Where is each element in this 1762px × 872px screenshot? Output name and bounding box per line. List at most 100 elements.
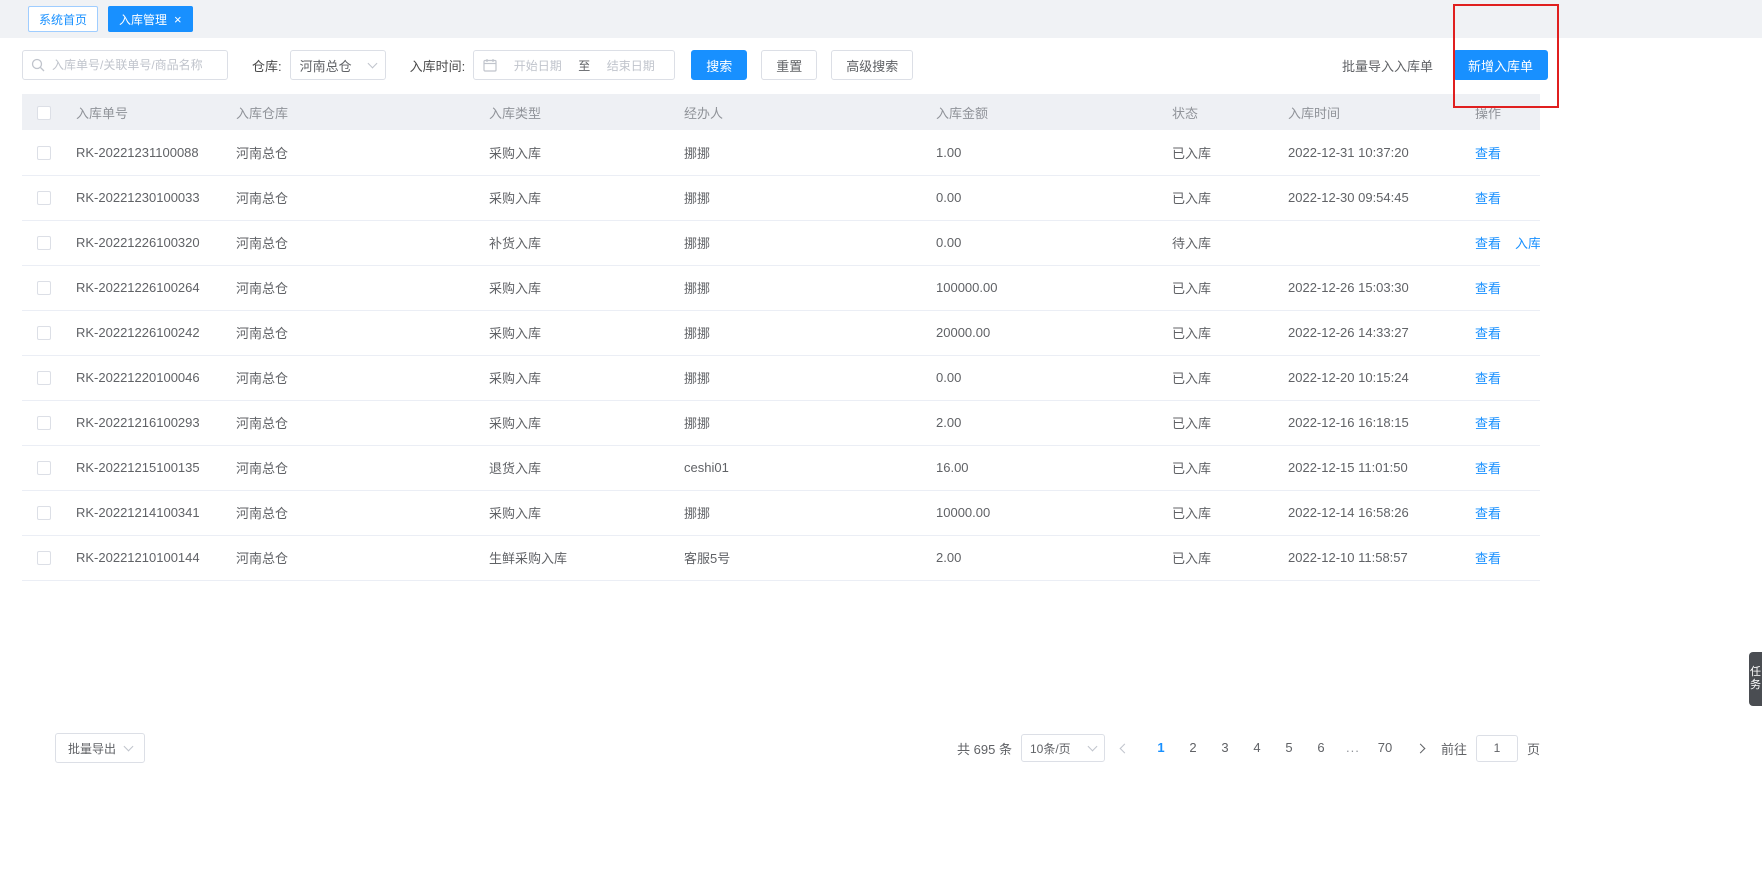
- search-input[interactable]: [50, 57, 227, 73]
- view-action-link[interactable]: 查看: [1475, 371, 1501, 386]
- batch-export-button[interactable]: 批量导出: [55, 733, 145, 763]
- inbound-action-link[interactable]: 入库: [1515, 236, 1540, 251]
- tab-bar: 系统首页 入库管理 ×: [0, 0, 1762, 38]
- table-row: RK-20221226100264河南总仓采购入库挪挪100000.00已入库2…: [22, 265, 1540, 310]
- cell-amount: 100000.00: [926, 265, 1162, 310]
- pagination-page[interactable]: 2: [1180, 735, 1206, 761]
- cell-actions: 查看: [1465, 400, 1540, 445]
- cell-actions: 查看: [1465, 535, 1540, 580]
- tab-inbound-management[interactable]: 入库管理 ×: [108, 6, 193, 32]
- cell-amount: 10000.00: [926, 490, 1162, 535]
- cell-warehouse: 河南总仓: [226, 490, 479, 535]
- row-checkbox[interactable]: [37, 326, 51, 340]
- column-header: 状态: [1162, 94, 1278, 130]
- view-action-link[interactable]: 查看: [1475, 326, 1501, 341]
- cell-actions: 查看: [1465, 445, 1540, 490]
- cell-warehouse: 河南总仓: [226, 445, 479, 490]
- cell-time: 2022-12-14 16:58:26: [1278, 490, 1465, 535]
- warehouse-select[interactable]: 河南总仓: [290, 50, 386, 80]
- cell-inbound-type: 补货入库: [479, 220, 674, 265]
- cell-order-no: RK-20221210100144: [66, 535, 226, 580]
- view-action-link[interactable]: 查看: [1475, 236, 1501, 251]
- view-action-link[interactable]: 查看: [1475, 416, 1501, 431]
- view-action-link[interactable]: 查看: [1475, 461, 1501, 476]
- row-checkbox[interactable]: [37, 236, 51, 250]
- cell-order-no: RK-20221226100320: [66, 220, 226, 265]
- cell-warehouse: 河南总仓: [226, 355, 479, 400]
- task-side-tab[interactable]: 任务: [1749, 652, 1762, 706]
- page: 系统首页 入库管理 × 仓库: 河南总仓 入库时间:: [0, 0, 1762, 872]
- start-date-placeholder[interactable]: 开始日期: [503, 57, 572, 74]
- table-row: RK-20221215100135河南总仓退货入库ceshi0116.00已入库…: [22, 445, 1540, 490]
- advanced-search-button[interactable]: 高级搜索: [831, 50, 913, 80]
- pagination-page[interactable]: 4: [1244, 735, 1270, 761]
- table-header-row: 入库单号入库仓库入库类型经办人入库金额状态入库时间操作: [22, 94, 1540, 130]
- view-action-link[interactable]: 查看: [1475, 281, 1501, 296]
- filter-toolbar: 仓库: 河南总仓 入库时间: 开始日期 至 结束日期 搜索 重置 高级搜索 批量…: [0, 38, 1560, 94]
- view-action-link[interactable]: 查看: [1475, 146, 1501, 161]
- cell-status: 已入库: [1162, 445, 1278, 490]
- pagination-page[interactable]: 3: [1212, 735, 1238, 761]
- cell-warehouse: 河南总仓: [226, 265, 479, 310]
- select-all-checkbox[interactable]: [37, 106, 51, 120]
- table-row: RK-20221226100242河南总仓采购入库挪挪20000.00已入库20…: [22, 310, 1540, 355]
- batch-import-button[interactable]: 批量导入入库单: [1336, 50, 1439, 80]
- next-page-button[interactable]: [1410, 735, 1432, 761]
- pagination-page[interactable]: 5: [1276, 735, 1302, 761]
- cell-order-no: RK-20221226100264: [66, 265, 226, 310]
- pagination-pages: 123456...70: [1145, 735, 1401, 761]
- row-checkbox[interactable]: [37, 191, 51, 205]
- column-header: 入库单号: [66, 94, 226, 130]
- chevron-down-icon: [1088, 741, 1098, 751]
- date-range-separator: 至: [578, 57, 590, 74]
- cell-order-no: RK-20221216100293: [66, 400, 226, 445]
- search-button[interactable]: 搜索: [691, 50, 747, 80]
- cell-inbound-type: 采购入库: [479, 175, 674, 220]
- view-action-link[interactable]: 查看: [1475, 506, 1501, 521]
- pagination-ellipsis[interactable]: ...: [1340, 735, 1366, 761]
- row-checkbox[interactable]: [37, 551, 51, 565]
- cell-actions: 查看入库: [1465, 220, 1540, 265]
- batch-export-label: 批量导出: [68, 740, 116, 757]
- cell-operator: 挪挪: [674, 220, 926, 265]
- cell-inbound-type: 采购入库: [479, 355, 674, 400]
- date-range-picker[interactable]: 开始日期 至 结束日期: [473, 50, 675, 80]
- cell-time: 2022-12-26 14:33:27: [1278, 310, 1465, 355]
- cell-inbound-type: 采购入库: [479, 490, 674, 535]
- goto-page-input[interactable]: [1476, 735, 1518, 762]
- cell-inbound-type: 采购入库: [479, 130, 674, 175]
- chevron-left-icon: [1120, 743, 1130, 753]
- row-checkbox[interactable]: [37, 371, 51, 385]
- cell-status: 待入库: [1162, 220, 1278, 265]
- pagination-page[interactable]: 6: [1308, 735, 1334, 761]
- tab-system-home[interactable]: 系统首页: [28, 6, 98, 32]
- prev-page-button[interactable]: [1114, 735, 1136, 761]
- reset-button[interactable]: 重置: [761, 50, 817, 80]
- row-checkbox[interactable]: [37, 461, 51, 475]
- cell-operator: 挪挪: [674, 490, 926, 535]
- cell-order-no: RK-20221215100135: [66, 445, 226, 490]
- goto-label: 前往: [1441, 739, 1467, 758]
- close-tab-icon[interactable]: ×: [174, 13, 182, 26]
- cell-inbound-type: 采购入库: [479, 400, 674, 445]
- total-count: 共 695 条: [957, 739, 1012, 758]
- cell-amount: 1.00: [926, 130, 1162, 175]
- pagination-page[interactable]: 1: [1148, 735, 1174, 761]
- cell-operator: 客服5号: [674, 535, 926, 580]
- row-checkbox[interactable]: [37, 416, 51, 430]
- view-action-link[interactable]: 查看: [1475, 191, 1501, 206]
- view-action-link[interactable]: 查看: [1475, 551, 1501, 566]
- cell-time: 2022-12-31 10:37:20: [1278, 130, 1465, 175]
- calendar-icon: [483, 58, 497, 72]
- pagination-page[interactable]: 70: [1372, 735, 1398, 761]
- row-checkbox[interactable]: [37, 146, 51, 160]
- row-checkbox[interactable]: [37, 506, 51, 520]
- page-size-select[interactable]: 10条/页: [1021, 734, 1105, 762]
- tab-label: 系统首页: [39, 11, 87, 28]
- add-inbound-order-button[interactable]: 新增入库单: [1453, 50, 1548, 80]
- row-checkbox[interactable]: [37, 281, 51, 295]
- table-row: RK-20221231100088河南总仓采购入库挪挪1.00已入库2022-1…: [22, 130, 1540, 175]
- cell-actions: 查看: [1465, 490, 1540, 535]
- end-date-placeholder[interactable]: 结束日期: [596, 57, 665, 74]
- cell-time: 2022-12-10 11:58:57: [1278, 535, 1465, 580]
